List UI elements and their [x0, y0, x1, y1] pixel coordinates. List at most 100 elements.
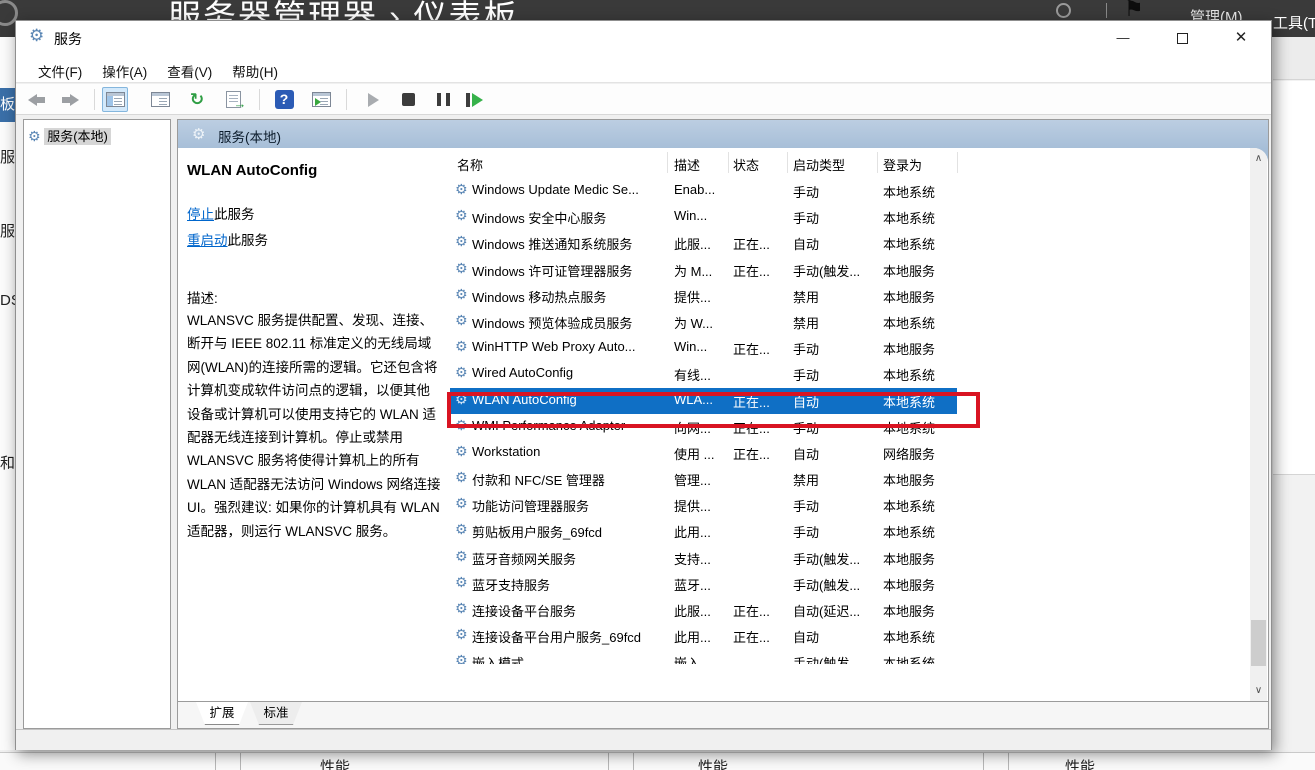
column-header[interactable]: 状态: [733, 155, 759, 174]
service-row[interactable]: ⚙WLAN AutoConfigWLA...正在...自动本地系统: [450, 388, 957, 414]
service-row[interactable]: ⚙功能访问管理器服务提供...手动本地系统: [450, 492, 1247, 518]
window-title: 服务: [54, 29, 82, 49]
column-header[interactable]: 名称: [457, 155, 483, 174]
service-row[interactable]: ⚙Windows 许可证管理器服务为 M...正在...手动(触发...本地服务: [450, 257, 1247, 283]
service-startup-type: 手动: [793, 496, 819, 515]
service-gear-icon: ⚙: [455, 286, 468, 303]
console-tree-pane: ⚙ 服务(本地): [23, 119, 171, 729]
sidebar-item-fragment[interactable]: 服: [0, 220, 15, 241]
service-description: 有线...: [674, 365, 711, 384]
services-gear-icon: ⚙: [28, 128, 41, 144]
service-row[interactable]: ⚙Windows 预览体验成员服务为 W...禁用本地系统: [450, 309, 1247, 335]
service-startup-type: 手动: [793, 208, 819, 227]
notifications-flag-icon[interactable]: ⚑: [1124, 0, 1144, 22]
service-description: 管理...: [674, 470, 711, 489]
service-gear-icon: ⚙: [455, 626, 468, 643]
service-name: WMI Performance Adapter: [472, 418, 625, 433]
properties-icon[interactable]: [147, 87, 173, 112]
service-logon-as: 本地服务: [883, 575, 935, 594]
service-startup-type: 禁用: [793, 287, 819, 306]
menu-V[interactable]: 查看(V): [157, 57, 222, 83]
column-header[interactable]: 登录为: [883, 155, 922, 174]
window-titlebar[interactable]: ⚙ 服务 — ✕: [16, 21, 1271, 57]
stop-service-link[interactable]: 停止: [187, 207, 214, 222]
service-row[interactable]: ⚙蓝牙音频网关服务支持...手动(触发...本地服务: [450, 545, 1247, 571]
service-status: 正在...: [733, 392, 770, 411]
help-icon[interactable]: ?: [271, 87, 297, 112]
scroll-down-icon[interactable]: ∨: [1250, 682, 1267, 699]
refresh-icon[interactable]: ↻: [184, 87, 210, 112]
show-action-pane-icon[interactable]: [308, 87, 334, 112]
service-logon-as: 本地系统: [883, 208, 935, 227]
service-description: 此用...: [674, 522, 711, 541]
service-row[interactable]: ⚙Wired AutoConfig有线...手动本地系统: [450, 361, 1247, 387]
sidebar-item-fragment[interactable]: DS: [0, 292, 15, 309]
description-label: 描述:: [187, 287, 442, 307]
column-divider: [608, 753, 609, 770]
sidebar-item-fragment[interactable]: 板: [0, 88, 15, 122]
service-row[interactable]: ⚙WinHTTP Web Proxy Auto...Win...正在...手动本…: [450, 335, 1247, 361]
service-description: 为 W...: [674, 313, 713, 332]
service-logon-as: 本地服务: [883, 261, 935, 280]
tab-extended[interactable]: 扩展: [196, 702, 248, 725]
column-header[interactable]: 描述: [674, 155, 700, 174]
restart-service-icon[interactable]: [461, 87, 487, 112]
service-gear-icon: ⚙: [455, 181, 468, 198]
toolbar-separator: [94, 89, 95, 110]
service-name: 嵌入模式: [472, 653, 524, 664]
selected-service-title: WLAN AutoConfig: [187, 162, 442, 179]
service-logon-as: 本地系统: [883, 496, 935, 515]
menu-A[interactable]: 操作(A): [92, 57, 157, 83]
maximize-button[interactable]: [1157, 21, 1207, 55]
column-divider: [667, 152, 668, 173]
scroll-up-icon[interactable]: ∧: [1250, 150, 1267, 167]
service-row[interactable]: ⚙蓝牙支持服务蓝牙...手动(触发...本地服务: [450, 571, 1247, 597]
service-gear-icon: ⚙: [455, 443, 468, 460]
status-bar: [16, 729, 1271, 750]
service-startup-type: 手动: [793, 365, 819, 384]
service-logon-as: 本地系统: [883, 653, 935, 664]
service-gear-icon: ⚙: [455, 364, 468, 381]
service-gear-icon: ⚙: [455, 521, 468, 538]
forward-icon[interactable]: [57, 87, 83, 112]
show-console-tree-icon[interactable]: [102, 87, 128, 112]
service-name: 蓝牙支持服务: [472, 575, 550, 594]
column-divider: [728, 152, 729, 173]
restart-service-link[interactable]: 重启动: [187, 233, 228, 248]
back-icon[interactable]: [24, 87, 50, 112]
service-row[interactable]: ⚙Windows 推送通知系统服务此服...正在...自动本地系统: [450, 230, 1247, 256]
service-row[interactable]: ⚙Workstation使用 ...正在...自动网络服务: [450, 440, 1247, 466]
tree-item-services-local[interactable]: ⚙ 服务(本地): [28, 126, 170, 145]
service-description: 此服...: [674, 601, 711, 620]
service-row[interactable]: ⚙WMI Performance Adapter向网...正在...手动本地系统: [450, 414, 1247, 440]
service-status: 正在...: [733, 234, 770, 253]
refresh-icon[interactable]: [1056, 3, 1071, 18]
sidebar-item-fragment[interactable]: 服: [0, 146, 15, 167]
services-window: ⚙ 服务 — ✕ 文件(F)操作(A)查看(V)帮助(H) ↻ →? ⚙ 服务(本…: [15, 20, 1272, 750]
vertical-scrollbar[interactable]: ∧ ∨: [1250, 148, 1267, 701]
service-row[interactable]: ⚙Windows 移动热点服务提供...禁用本地服务: [450, 283, 1247, 309]
service-row[interactable]: ⚙连接设备平台用户服务_69fcd此用...正在...自动本地系统: [450, 623, 1247, 649]
sidebar-item-fragment[interactable]: 和: [0, 452, 15, 473]
column-header[interactable]: 启动类型: [793, 155, 845, 174]
minimize-button[interactable]: —: [1098, 21, 1148, 55]
menu-H[interactable]: 帮助(H): [222, 57, 288, 83]
service-row[interactable]: ⚙剪贴板用户服务_69fcd此用...手动本地系统: [450, 518, 1247, 544]
service-status: 正在...: [733, 339, 770, 358]
screen: 服务器管理器 › 仪表板 ⚑ 管理(M) 工具(T) 板服服DS和 性能性能性能…: [0, 0, 1315, 770]
service-row[interactable]: ⚙连接设备平台服务此服...正在...自动(延迟...本地服务: [450, 597, 1247, 623]
start-service-icon[interactable]: [360, 87, 386, 112]
service-row[interactable]: ⚙付款和 NFC/SE 管理器管理...禁用本地服务: [450, 466, 1247, 492]
tools-menu[interactable]: 工具(T): [1273, 12, 1315, 33]
export-list-icon[interactable]: →: [220, 87, 246, 112]
pause-service-icon[interactable]: [430, 87, 456, 112]
service-logon-as: 网络服务: [883, 444, 935, 463]
service-row[interactable]: ⚙嵌入模式嵌入...手动(触发...本地系统: [450, 649, 1247, 664]
menu-F[interactable]: 文件(F): [28, 57, 92, 83]
service-row[interactable]: ⚙Windows Update Medic Se...Enab...手动本地系统: [450, 178, 1247, 204]
tab-standard[interactable]: 标准: [250, 702, 302, 725]
service-row[interactable]: ⚙Windows 安全中心服务Win...手动本地系统: [450, 204, 1247, 230]
scrollbar-thumb[interactable]: [1251, 620, 1266, 666]
close-button[interactable]: ✕: [1216, 21, 1266, 55]
stop-service-icon[interactable]: [395, 87, 421, 112]
